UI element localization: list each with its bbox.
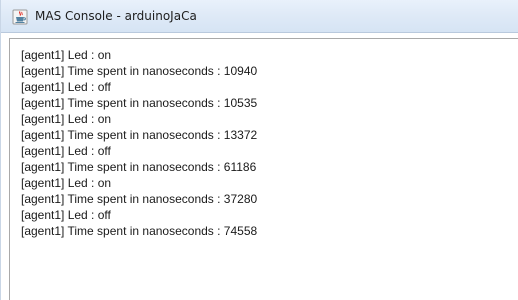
java-coffee-cup-icon (12, 9, 28, 25)
console-line: [agent1] Time spent in nanoseconds : 133… (21, 128, 258, 142)
console-line: [agent1] Time spent in nanoseconds : 372… (21, 192, 258, 206)
window-title: MAS Console - arduinoJaCa (35, 9, 197, 23)
console-line: [agent1] Led : off (21, 144, 111, 158)
console-line: [agent1] Time spent in nanoseconds : 105… (21, 96, 258, 110)
console-line: [agent1] Time spent in nanoseconds : 109… (21, 64, 258, 78)
mas-console-window: MAS Console - arduinoJaCa [agent1] Led :… (0, 0, 518, 300)
console-log: [agent1] Led : on [agent1] Time spent in… (21, 47, 257, 239)
console-line: [agent1] Led : on (21, 112, 112, 126)
console-line: [agent1] Led : on (21, 176, 112, 190)
console-line: [agent1] Time spent in nanoseconds : 611… (21, 160, 257, 174)
console-line: [agent1] Led : on (21, 48, 112, 62)
title-bar[interactable]: MAS Console - arduinoJaCa (1, 0, 518, 33)
console-line: [agent1] Time spent in nanoseconds : 745… (21, 224, 258, 238)
window-client-area: [agent1] Led : on [agent1] Time spent in… (1, 33, 518, 300)
console-line: [agent1] Led : off (21, 208, 111, 222)
console-line: [agent1] Led : off (21, 80, 111, 94)
console-output-area[interactable]: [agent1] Led : on [agent1] Time spent in… (9, 38, 518, 300)
